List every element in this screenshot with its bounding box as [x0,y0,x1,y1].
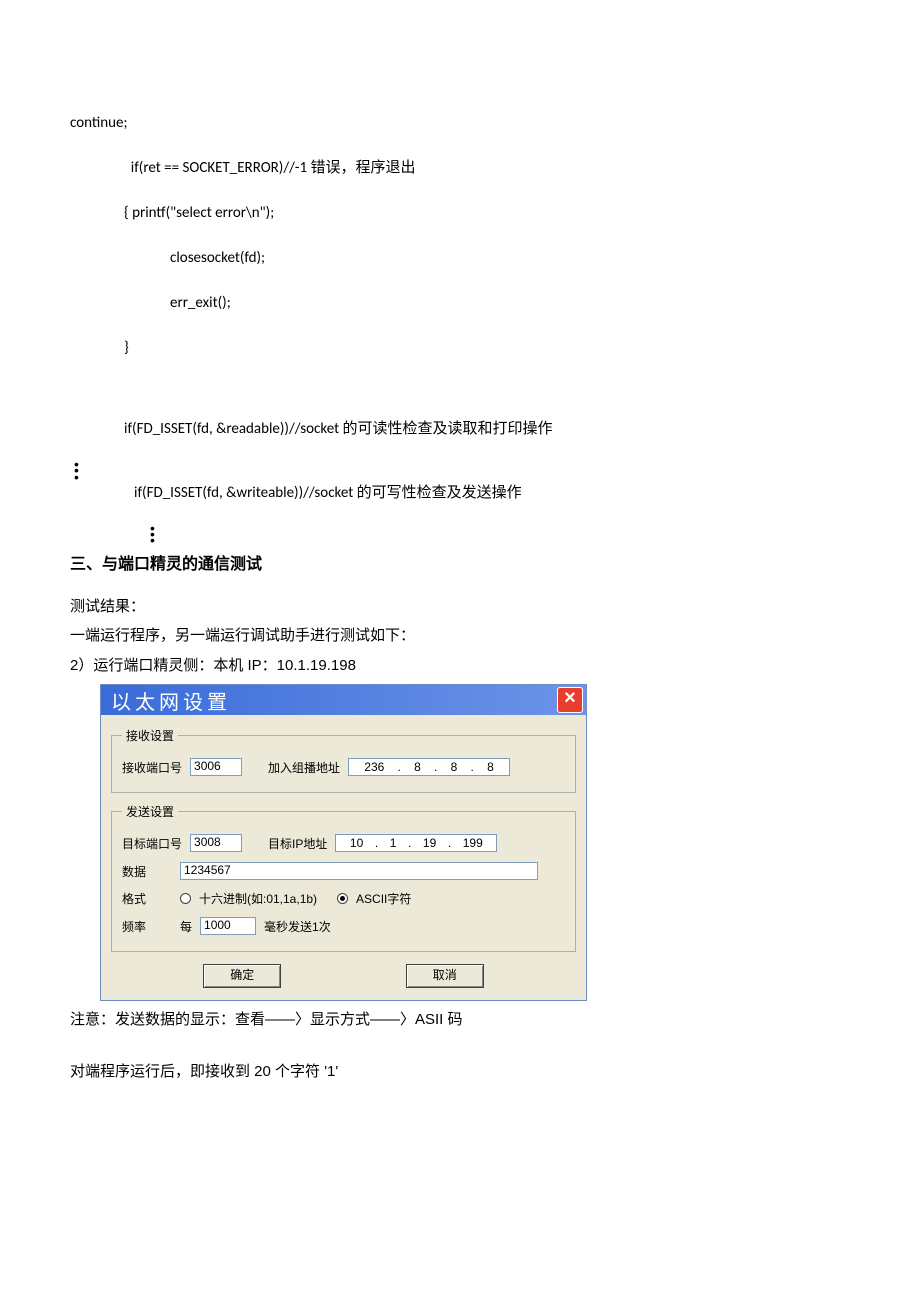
ip-octet: 236 [364,760,384,774]
document-page: continue; if(ret == SOCKET_ERROR)//-1 错误… [0,0,920,1128]
target-ip-input[interactable]: 10. 1. 19. 199 [335,834,497,852]
ip-octet: 10 [350,836,363,850]
ms-suffix-label: 毫秒发送1次 [264,918,331,935]
send-settings-group: 发送设置 目标端口号 3008 目标IP地址 10. 1. 19. 199 数据… [111,803,576,952]
code-line: closesocket(fd); [70,245,850,272]
vertical-ellipsis-icon: ••• [70,461,850,480]
vertical-ellipsis-icon: ••• [70,525,850,544]
dialog-title: 以太网设置 [111,686,231,715]
every-label: 每 [180,918,192,935]
ip-octet: 1 [390,836,397,850]
code-line: } [70,335,850,362]
target-ip-label: 目标IP地址 [268,835,327,852]
frequency-label: 频率 [122,918,172,935]
dialog-titlebar[interactable]: 以太网设置 × [101,685,586,715]
code-line: if(FD_ISSET(fd, &readable))//socket 的可读性… [70,416,850,443]
target-port-label: 目标端口号 [122,835,182,852]
recv-port-input[interactable]: 3006 [190,758,242,776]
ip-octet: 199 [463,836,483,850]
ok-button[interactable]: 确定 [203,964,281,988]
close-icon[interactable]: × [557,687,583,713]
code-line: if(ret == SOCKET_ERROR)//-1 错误，程序退出 [70,155,850,182]
note-text: 注意：发送数据的显示：查看——〉显示方式——〉ASII 码 [70,1007,850,1033]
ascii-radio[interactable] [337,893,348,904]
multicast-label: 加入组播地址 [268,759,340,776]
receive-settings-group: 接收设置 接收端口号 3006 加入组播地址 236. 8. 8. 8 [111,727,576,793]
ip-octet: 8 [414,760,421,774]
paragraph: 测试结果： [70,594,850,620]
recv-port-label: 接收端口号 [122,759,182,776]
code-line: if(FD_ISSET(fd, &writeable))//socket 的可写… [70,480,850,507]
dialog-body: 接收设置 接收端口号 3006 加入组播地址 236. 8. 8. 8 发送设置 [101,715,586,1000]
ethernet-settings-dialog: 以太网设置 × 接收设置 接收端口号 3006 加入组播地址 236. 8. 8… [100,684,587,1001]
ip-octet: 19 [423,836,436,850]
group-legend: 发送设置 [122,803,178,820]
paragraph: 一端运行程序，另一端运行调试助手进行测试如下： [70,623,850,649]
code-line: { printf("select error\n"); [70,200,850,227]
code-line: continue; [70,110,850,137]
paragraph: 对端程序运行后，即接收到 20 个字符 '1' [70,1059,850,1085]
code-line: err_exit(); [70,290,850,317]
data-label: 数据 [122,863,172,880]
target-port-input[interactable]: 3008 [190,834,242,852]
format-label: 格式 [122,890,172,907]
ascii-radio-label: ASCII字符 [356,890,411,907]
section-heading: 三、与端口精灵的通信测试 [70,550,850,574]
ip-octet: 8 [451,760,458,774]
interval-input[interactable]: 1000 [200,917,256,935]
multicast-ip-input[interactable]: 236. 8. 8. 8 [348,758,510,776]
group-legend: 接收设置 [122,727,178,744]
data-input[interactable]: 1234567 [180,862,538,880]
ip-octet: 8 [487,760,494,774]
hex-radio[interactable] [180,893,191,904]
cancel-button[interactable]: 取消 [406,964,484,988]
hex-radio-label: 十六进制(如:01,1a,1b) [199,890,317,907]
paragraph: 2）运行端口精灵侧：本机 IP：10.1.19.198 [70,653,850,679]
